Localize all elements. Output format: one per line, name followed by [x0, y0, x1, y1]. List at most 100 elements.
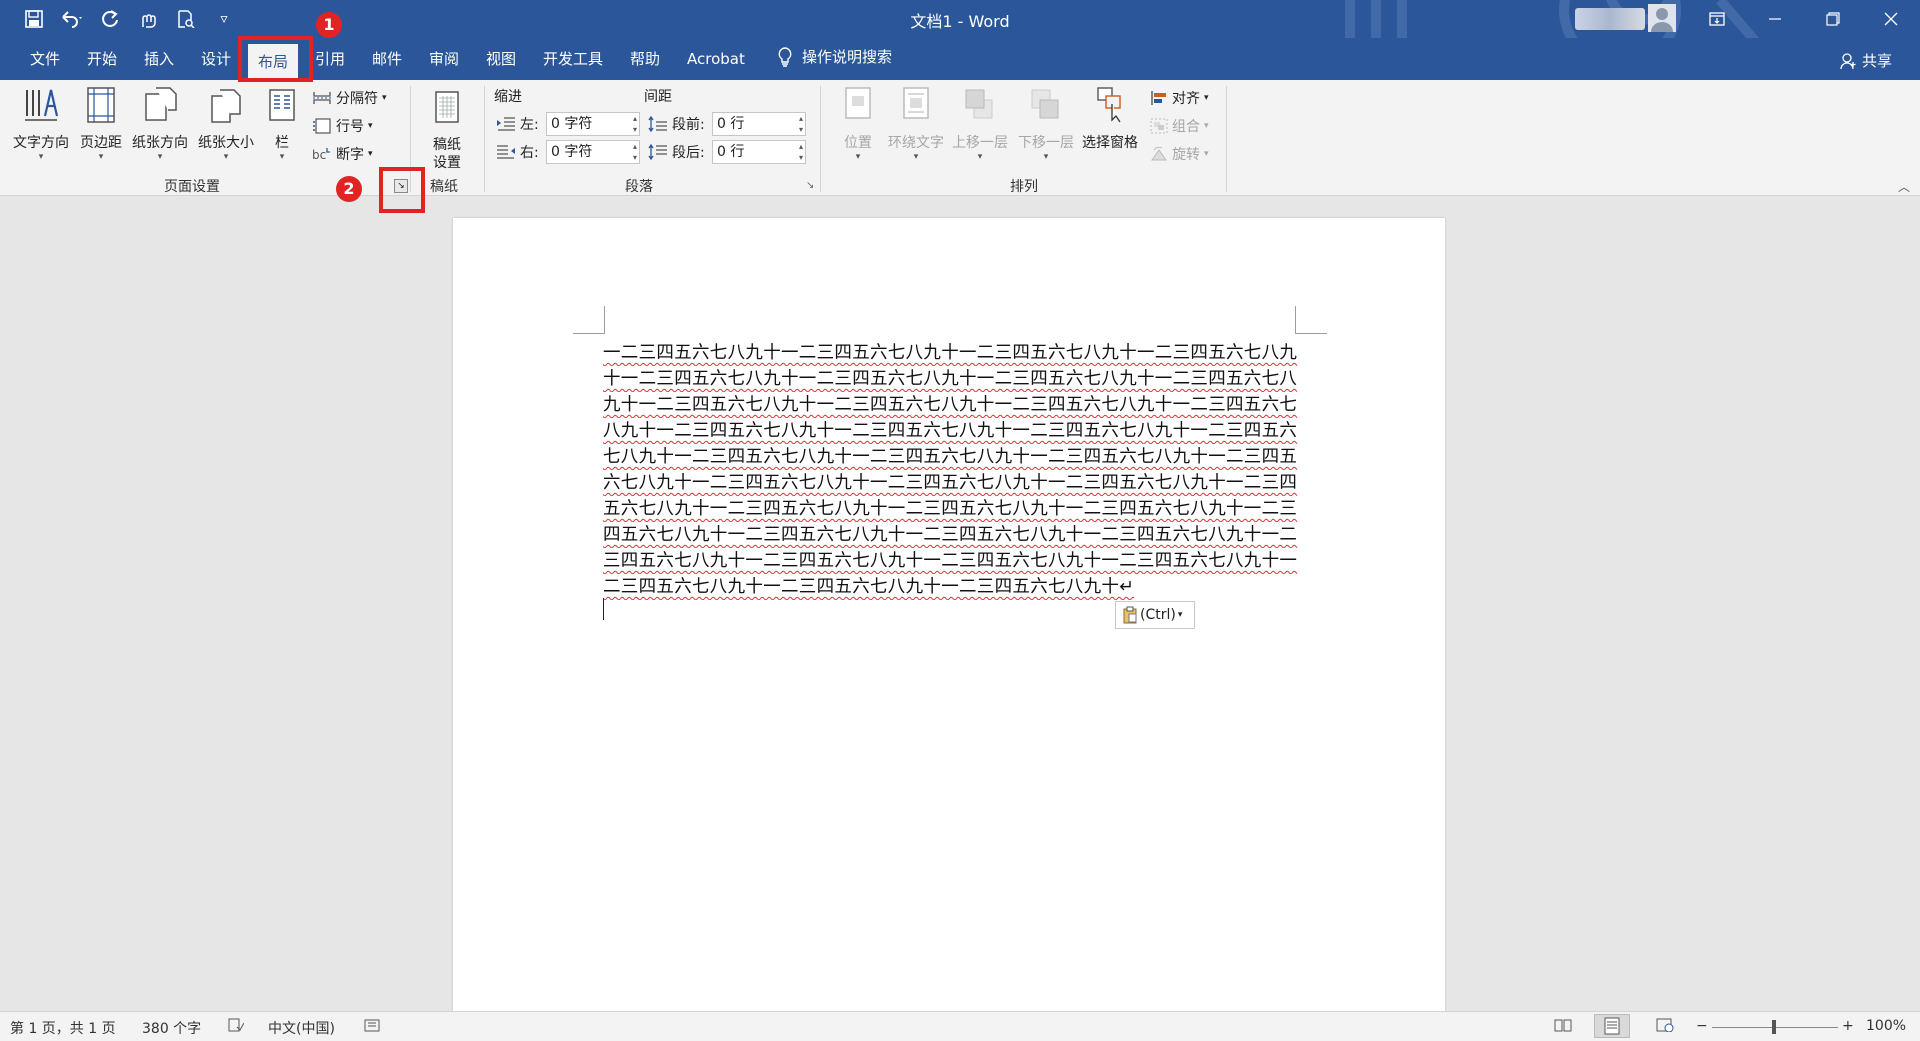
tab-insert[interactable]: 插入: [134, 46, 184, 72]
align-label: 对齐: [1172, 91, 1200, 107]
annotation-badge-1: 1: [316, 12, 342, 38]
document-text-line[interactable]: 二三四五六七八九十一二三四五六七八九十一二三四五六七八九十↵: [603, 574, 1299, 600]
avatar[interactable]: [1648, 4, 1676, 32]
text-cursor: [603, 598, 604, 620]
share-button[interactable]: 共享: [1840, 50, 1892, 71]
send-backward-label: 下移一层: [1018, 135, 1074, 151]
spacing-before-icon: [648, 116, 667, 132]
restore-icon[interactable]: [1804, 0, 1862, 38]
group-icon: [1150, 118, 1168, 134]
window-controls: [1688, 0, 1920, 38]
zoom-out-button[interactable]: −: [1696, 1018, 1708, 1034]
text-direction-label: 文字方向: [13, 135, 69, 151]
document-text-line[interactable]: 十一二三四五六七八九十一二三四五六七八九十一二三四五六七八九十一二三四五六七八: [603, 366, 1299, 392]
minimize-icon[interactable]: [1746, 0, 1804, 38]
chevron-down-icon: ▾: [1177, 610, 1183, 620]
document-text-line[interactable]: 五六七八九十一二三四五六七八九十一二三四五六七八九十一二三四五六七八九十一二三: [603, 496, 1299, 522]
language-indicator[interactable]: 中文(中国): [268, 1018, 335, 1038]
bring-forward-button[interactable]: 上移一层 ▾: [948, 86, 1012, 162]
spacing-after-input[interactable]: 0 行 ▴ ▾: [712, 140, 806, 164]
document-text-line[interactable]: 六七八九十一二三四五六七八九十一二三四五六七八九十一二三四五六七八九十一二三四: [603, 470, 1299, 496]
send-backward-button[interactable]: 下移一层 ▾: [1014, 86, 1078, 162]
chevron-down-icon: ▾: [157, 152, 163, 162]
tab-developer[interactable]: 开发工具: [533, 46, 613, 72]
spacing-before-input[interactable]: 0 行 ▴ ▾: [712, 112, 806, 136]
zoom-slider-thumb[interactable]: [1772, 1020, 1776, 1034]
wrap-text-icon: [903, 87, 929, 119]
annotation-box-dialog-launcher: [379, 167, 425, 213]
orientation-button[interactable]: 纸张方向 ▾: [128, 86, 192, 162]
chevron-down-icon: ▾: [855, 152, 861, 162]
word-count[interactable]: 380 个字: [142, 1018, 201, 1038]
ribbon-layout: 文字方向 ▾ 页边距 ▾ 纸张方向 ▾ 纸张大小 ▾ 栏 ▾ 分隔符 ▾ 行号 ▾ …: [0, 80, 1920, 196]
columns-button[interactable]: 栏 ▾: [262, 86, 302, 162]
size-button[interactable]: 纸张大小 ▾: [194, 86, 258, 162]
tab-acrobat[interactable]: Acrobat: [677, 46, 755, 72]
proofing-icon[interactable]: [228, 1018, 245, 1035]
document-body[interactable]: 一二三四五六七八九十一二三四五六七八九十一二三四五六七八九十一二三四五六七八九十…: [603, 340, 1299, 600]
chevron-down-icon: ▾: [977, 152, 983, 162]
margin-corner-mark: [1295, 306, 1327, 334]
group-objects-button[interactable]: 组合 ▾: [1150, 116, 1209, 136]
document-text-line[interactable]: 九十一二三四五六七八九十一二三四五六七八九十一二三四五六七八九十一二三四五六七: [603, 392, 1299, 418]
margins-icon: [87, 87, 115, 123]
tab-view[interactable]: 视图: [476, 46, 526, 72]
hyphenation-button[interactable]: bc 断字 ▾: [312, 144, 373, 164]
document-text-line[interactable]: 八九十一二三四五六七八九十一二三四五六七八九十一二三四五六七八九十一二三四五六: [603, 418, 1299, 444]
zoom-in-button[interactable]: +: [1842, 1018, 1854, 1034]
tab-file[interactable]: 文件: [20, 46, 70, 72]
web-layout-icon[interactable]: [1656, 1018, 1674, 1036]
annotation-badge-2: 2: [336, 176, 362, 202]
document-text-line[interactable]: 四五六七八九十一二三四五六七八九十一二三四五六七八九十一二三四五六七八九十一二: [603, 522, 1299, 548]
paragraph-group-label: 段落: [625, 179, 653, 195]
paste-options-button[interactable]: (Ctrl) ▾: [1115, 601, 1195, 629]
page-setup-group-label: 页面设置: [164, 179, 220, 195]
breaks-icon: [313, 92, 331, 104]
align-button[interactable]: 对齐 ▾: [1150, 88, 1209, 108]
page-count[interactable]: 第 1 页，共 1 页: [10, 1018, 116, 1038]
selection-pane-label: 选择窗格: [1082, 135, 1138, 151]
paper-size-icon: [211, 89, 241, 123]
manuscript-settings-button[interactable]: 稿纸 设置: [420, 90, 474, 172]
rotate-button[interactable]: 旋转 ▾: [1150, 144, 1209, 164]
line-numbers-icon: [313, 118, 331, 134]
chevron-down-icon: ▾: [913, 152, 919, 162]
selection-pane-button[interactable]: 选择窗格: [1078, 86, 1142, 152]
breaks-button[interactable]: 分隔符 ▾: [312, 88, 387, 108]
tab-design[interactable]: 设计: [191, 46, 241, 72]
margins-button[interactable]: 页边距 ▾: [76, 86, 126, 162]
document-text-line[interactable]: 三四五六七八九十一二三四五六七八九十一二三四五六七八九十一二三四五六七八九十一: [603, 548, 1299, 574]
read-mode-icon[interactable]: [1554, 1018, 1572, 1036]
line-numbers-button[interactable]: 行号 ▾: [312, 116, 373, 136]
collapse-ribbon-icon[interactable]: ︿: [1898, 178, 1910, 195]
wrap-text-button[interactable]: 环绕文字 ▾: [884, 86, 948, 162]
orientation-icon: [145, 87, 177, 121]
position-button[interactable]: 位置 ▾: [832, 86, 884, 162]
indent-left-input[interactable]: 0 字符 ▴ ▾: [546, 112, 640, 136]
document-text-line[interactable]: 七八九十一二三四五六七八九十一二三四五六七八九十一二三四五六七八九十一二三四五: [603, 444, 1299, 470]
paragraph-dialog-launcher[interactable]: ↘: [806, 180, 814, 191]
user-name-blurred[interactable]: [1575, 8, 1645, 30]
close-icon[interactable]: [1862, 0, 1920, 38]
tab-help[interactable]: 帮助: [620, 46, 670, 72]
ribbon-display-options-icon[interactable]: [1688, 0, 1746, 38]
macro-record-icon[interactable]: [364, 1018, 380, 1036]
tab-home[interactable]: 开始: [77, 46, 127, 72]
print-layout-icon[interactable]: [1594, 1014, 1630, 1038]
spacing-before-label: 段前:: [672, 117, 705, 133]
text-direction-icon: [25, 89, 59, 121]
document-text-line[interactable]: 一二三四五六七八九十一二三四五六七八九十一二三四五六七八九十一二三四五六七八九: [603, 340, 1299, 366]
text-direction-button[interactable]: 文字方向 ▾: [10, 86, 72, 162]
spacing-header: 间距: [644, 89, 672, 105]
position-icon: [845, 87, 871, 119]
document-page[interactable]: 一二三四五六七八九十一二三四五六七八九十一二三四五六七八九十一二三四五六七八九十…: [453, 218, 1445, 1013]
indent-right-row: 右:: [496, 142, 539, 162]
rotate-icon: [1151, 146, 1167, 161]
tell-me-search[interactable]: 操作说明搜索: [778, 46, 892, 67]
tab-mailings[interactable]: 邮件: [362, 46, 412, 72]
bring-forward-icon: [965, 89, 993, 119]
zoom-level[interactable]: 100%: [1866, 1018, 1906, 1034]
tab-review[interactable]: 审阅: [419, 46, 469, 72]
rotate-label: 旋转: [1172, 147, 1200, 163]
indent-right-input[interactable]: 0 字符 ▴ ▾: [546, 140, 640, 164]
